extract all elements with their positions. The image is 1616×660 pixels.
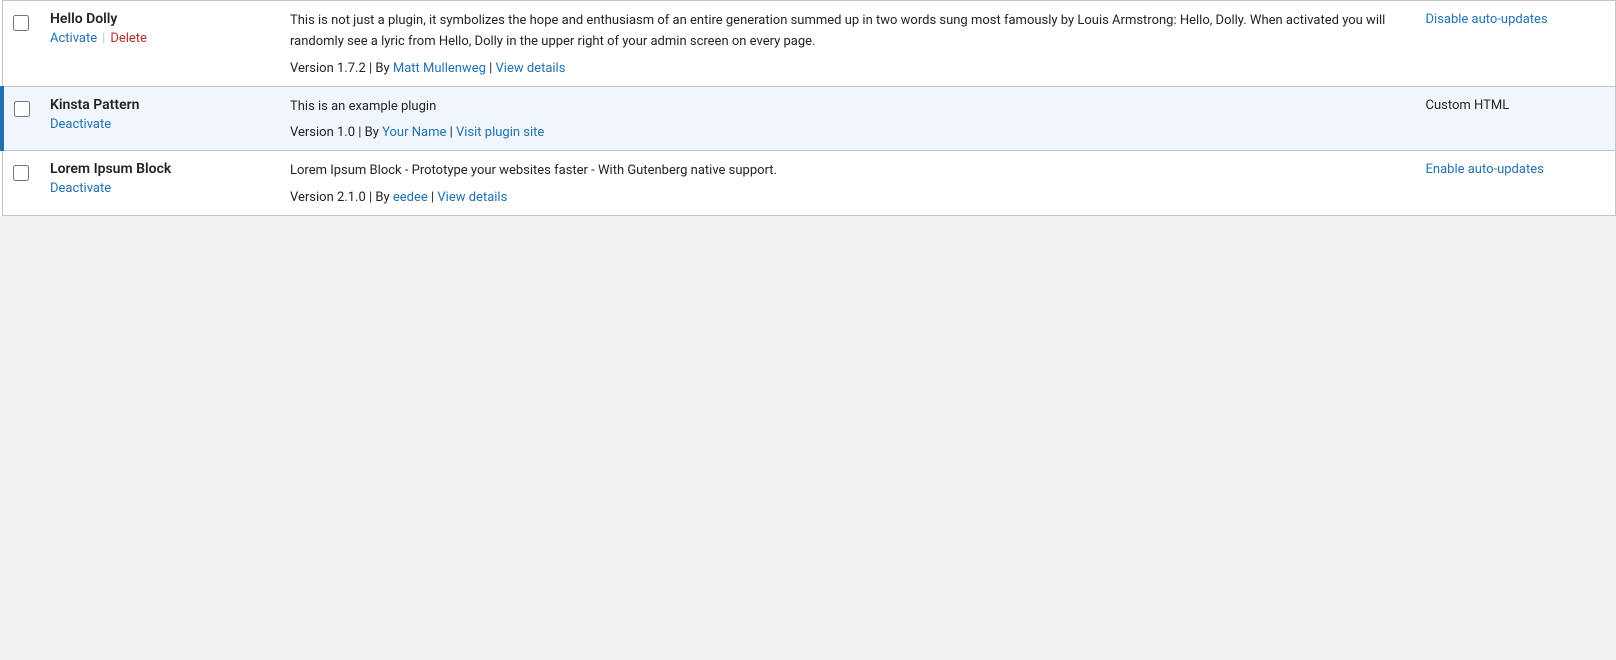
plugin-checkbox-cell bbox=[2, 151, 40, 216]
plugin-row: Lorem Ipsum BlockDeactivateLorem Ipsum B… bbox=[2, 151, 1616, 216]
plugin-row: Kinsta Pattern Deactivate This is an examp… bbox=[2, 86, 1616, 151]
plugin-actions: Deactivate bbox=[50, 117, 270, 132]
plugin-description: This is not just a plugin, it symbolizes… bbox=[290, 11, 1406, 53]
action-separator: | bbox=[102, 31, 105, 46]
plugin-author-link[interactable]: Matt Mullenweg bbox=[393, 61, 486, 76]
plugin-view-details-link[interactable]: View details bbox=[437, 190, 507, 205]
plugin-checkbox[interactable] bbox=[13, 165, 29, 181]
plugin-name: Kinsta Pattern bbox=[50, 97, 270, 113]
plugin-autoupdate-link[interactable]: Disable auto-updates bbox=[1426, 12, 1548, 27]
plugin-description-cell: This is an example plugin Version 1.0 | B… bbox=[280, 86, 1416, 151]
plugin-actions: Activate | Delete bbox=[50, 31, 270, 46]
plugins-table: Hello Dolly Activate | Delete This is not ju… bbox=[0, 0, 1616, 216]
plugin-name: Hello Dolly bbox=[50, 11, 270, 27]
plugin-description: This is an example plugin bbox=[290, 97, 1406, 118]
plugin-action-deactivate[interactable]: Deactivate bbox=[50, 181, 111, 196]
plugin-checkbox-cell bbox=[2, 1, 40, 87]
plugin-visit-site-link[interactable]: Visit plugin site bbox=[456, 125, 544, 140]
plugin-name-cell: Lorem Ipsum Block Deactivate bbox=[40, 151, 280, 216]
plugin-description-cell: This is not just a plugin, it symbolizes… bbox=[280, 1, 1416, 87]
plugin-author-link[interactable]: eedee bbox=[393, 190, 428, 205]
plugin-autoupdate-cell: Custom HTML bbox=[1416, 86, 1616, 151]
plugin-meta: Version 2.1.0 | By eedee | View details bbox=[290, 190, 1406, 205]
plugin-action-activate[interactable]: Activate bbox=[50, 31, 97, 46]
plugin-checkbox[interactable] bbox=[14, 101, 30, 117]
plugin-row: Hello Dolly Activate | Delete This is not ju… bbox=[2, 1, 1616, 87]
plugin-meta: Version 1.0 | By Your Name | Visit plugi… bbox=[290, 125, 1406, 140]
plugin-checkbox[interactable] bbox=[13, 15, 29, 31]
plugin-name-cell: Hello Dolly Activate | Delete bbox=[40, 1, 280, 87]
plugin-autoupdate-cell: Disable auto-updates bbox=[1416, 1, 1616, 87]
plugin-description-cell: Lorem Ipsum Block - Prototype your websi… bbox=[280, 151, 1416, 216]
plugin-autoupdate-static: Custom HTML bbox=[1426, 98, 1510, 113]
plugin-name: Lorem Ipsum Block bbox=[50, 161, 270, 177]
plugin-action-deactivate[interactable]: Deactivate bbox=[50, 117, 111, 132]
plugin-action-delete[interactable]: Delete bbox=[110, 31, 147, 46]
plugin-meta: Version 1.7.2 | By Matt Mullenweg | View… bbox=[290, 61, 1406, 76]
plugin-description: Lorem Ipsum Block - Prototype your websi… bbox=[290, 161, 1406, 182]
plugin-checkbox-cell bbox=[2, 86, 40, 151]
plugin-view-details-link[interactable]: View details bbox=[496, 61, 566, 76]
plugin-author-link[interactable]: Your Name bbox=[382, 125, 446, 140]
plugin-autoupdate-link[interactable]: Enable auto-updates bbox=[1426, 162, 1544, 177]
plugin-autoupdate-cell: Enable auto-updates bbox=[1416, 151, 1616, 216]
plugin-name-cell: Kinsta Pattern Deactivate bbox=[40, 86, 280, 151]
plugin-actions: Deactivate bbox=[50, 181, 270, 196]
